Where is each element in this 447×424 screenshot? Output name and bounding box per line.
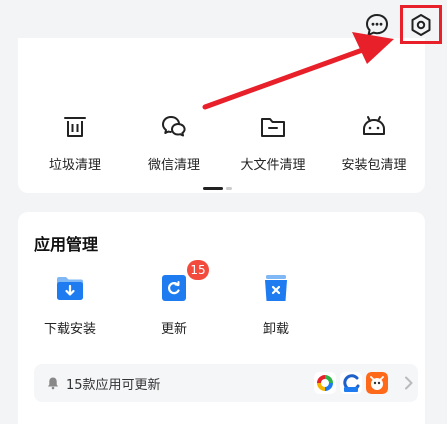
tool-trash-cleanup[interactable]: 垃圾清理 bbox=[35, 112, 115, 178]
app-label: 更新 bbox=[160, 322, 187, 337]
tool-large-file-cleanup[interactable]: 大文件清理 bbox=[233, 112, 313, 178]
update-notice-text: 15款应用可更新 bbox=[66, 378, 161, 393]
app-thumbnail-icon bbox=[314, 372, 336, 394]
tool-wechat-cleanup[interactable]: 微信清理 bbox=[134, 112, 214, 178]
section-title: 应用管理 bbox=[34, 235, 99, 254]
page-dot-active bbox=[203, 187, 223, 190]
tool-label: 大文件清理 bbox=[240, 158, 306, 173]
app-label: 下载安装 bbox=[43, 322, 96, 337]
chat-bubble-icon[interactable] bbox=[364, 12, 390, 38]
app-download-install[interactable]: 下载安装 bbox=[30, 272, 110, 344]
chevron-right-icon bbox=[405, 376, 413, 390]
tool-apk-cleanup[interactable]: 安装包清理 bbox=[334, 112, 414, 178]
update-notice-bar[interactable]: 15款应用可更新 bbox=[34, 364, 418, 402]
bell-icon bbox=[48, 377, 58, 390]
page-indicator bbox=[203, 187, 233, 190]
tool-label: 微信清理 bbox=[147, 158, 200, 173]
uninstall-icon bbox=[265, 275, 287, 301]
android-icon bbox=[363, 116, 385, 135]
app-label: 卸载 bbox=[262, 322, 289, 337]
wechat-icon bbox=[162, 116, 186, 137]
app-thumbnail-icon bbox=[366, 372, 388, 394]
trash-icon bbox=[64, 117, 86, 137]
page-dot-inactive bbox=[226, 187, 232, 190]
hexagon-settings-icon bbox=[411, 13, 431, 36]
settings-button[interactable] bbox=[400, 5, 442, 44]
tool-label: 安装包清理 bbox=[341, 158, 407, 173]
app-thumbnail-icon bbox=[340, 372, 362, 394]
update-icon bbox=[162, 275, 186, 301]
app-uninstall[interactable]: 卸载 bbox=[236, 272, 316, 344]
tool-label: 垃圾清理 bbox=[48, 158, 101, 173]
folder-icon bbox=[261, 118, 285, 137]
download-folder-icon bbox=[57, 277, 83, 300]
app-update[interactable]: 更新 bbox=[134, 272, 214, 344]
update-count-badge: 15 bbox=[187, 260, 209, 280]
